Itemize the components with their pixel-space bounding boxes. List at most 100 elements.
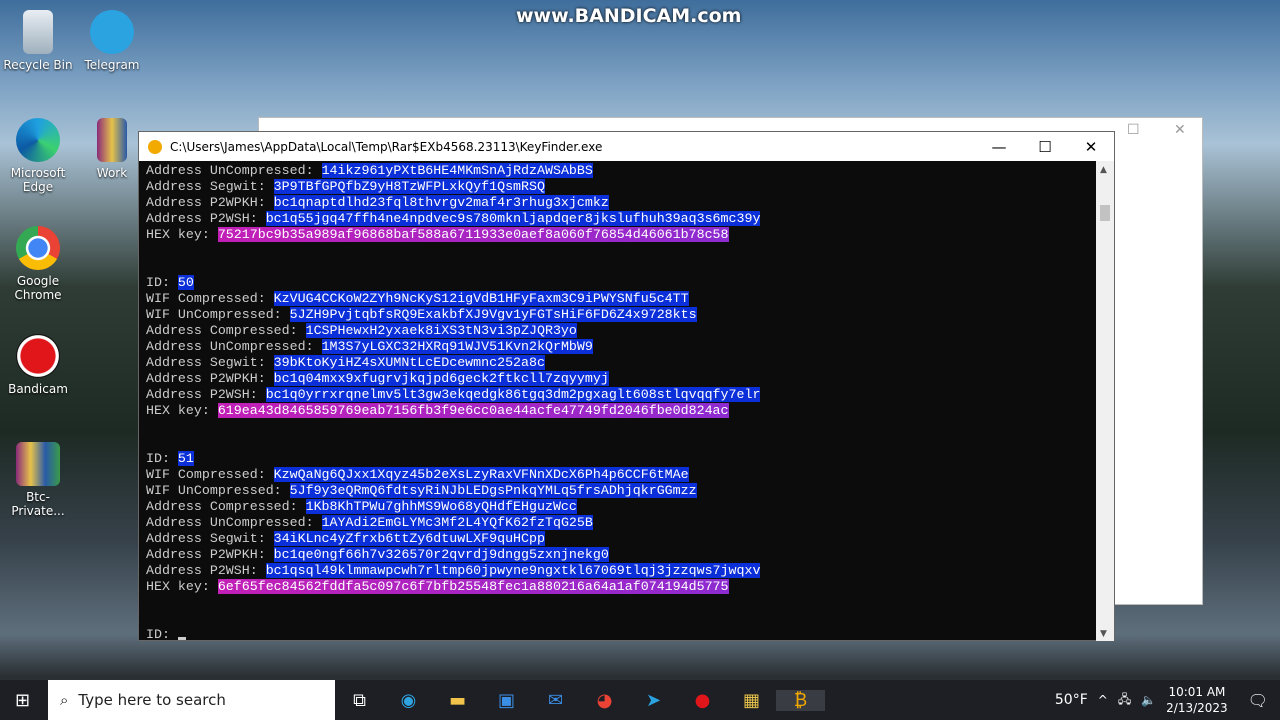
console-line: Address Segwit: 34iKLnc4yZfrxb6ttZy6dtuw… bbox=[146, 531, 1097, 547]
field-label: Address UnCompressed: bbox=[146, 339, 322, 354]
field-value: 5Jf9y3eQRmQ6fdtsyRiNJbLEDgsPnkqYMLq5frsA… bbox=[289, 483, 697, 498]
store-icon[interactable]: ▣ bbox=[482, 690, 531, 711]
field-label: Address P2WPKH: bbox=[146, 547, 274, 562]
console-line: ID: 50 bbox=[146, 275, 1097, 291]
field-label: Address Segwit: bbox=[146, 355, 274, 370]
console-line: Address UnCompressed: 14ikz961yPXtB6HE4M… bbox=[146, 163, 1097, 179]
winrar-taskbar-icon[interactable]: ▦ bbox=[727, 690, 776, 711]
id-label: ID: bbox=[146, 275, 178, 290]
console-line: WIF UnCompressed: 5Jf9y3eQRmQ6fdtsyRiNJb… bbox=[146, 483, 1097, 499]
notifications-icon[interactable]: 🗨 bbox=[1248, 691, 1268, 710]
scroll-up-arrow-icon[interactable]: ▲ bbox=[1100, 165, 1107, 175]
bandicam-watermark: www.BANDICAM.com bbox=[516, 5, 742, 27]
scroll-down-arrow-icon[interactable]: ▼ bbox=[1100, 629, 1107, 639]
desktop-icon-btc-private[interactable]: Btc-Private... bbox=[0, 442, 76, 518]
desktop-icon-edge[interactable]: Microsoft Edge bbox=[0, 118, 76, 194]
console-line: Address Compressed: 1Kb8KhTPWu7ghhMS9Wo6… bbox=[146, 499, 1097, 515]
file-explorer-icon[interactable]: ▬ bbox=[433, 690, 482, 711]
minimize-button[interactable]: — bbox=[976, 138, 1022, 156]
field-label: Address Compressed: bbox=[146, 323, 306, 338]
icon-label: Telegram bbox=[84, 58, 140, 72]
bandicam-icon bbox=[16, 334, 60, 378]
taskbar: ⊞ ⌕ Type here to search ⧉ ◉ ▬ ▣ ✉ ◕ ➤ ● … bbox=[0, 680, 1280, 720]
id-value: 50 bbox=[177, 275, 194, 290]
field-label: Address P2WPKH: bbox=[146, 371, 274, 386]
console-line: ID: bbox=[146, 627, 1097, 643]
close-button[interactable]: ✕ bbox=[1068, 138, 1114, 156]
field-value: 5JZH9PvjtqbfsRQ9ExakbfXJ9Vgv1yFGTsHiF6FD… bbox=[289, 307, 697, 322]
field-value: 619ea43d8465859769eab7156fb3f9e6cc0ae44a… bbox=[217, 403, 729, 418]
mail-icon[interactable]: ✉ bbox=[531, 690, 580, 711]
windows-start-icon[interactable]: ⊞ bbox=[15, 690, 30, 711]
desktop-icon-recycle-bin[interactable]: Recycle Bin bbox=[0, 10, 76, 72]
id-value: 51 bbox=[177, 451, 194, 466]
icon-label: Btc-Private... bbox=[11, 490, 65, 518]
text-cursor bbox=[177, 637, 186, 640]
field-label: Address Compressed: bbox=[146, 499, 306, 514]
field-label: Address P2WSH: bbox=[146, 563, 266, 578]
field-value: 34iKLnc4yZfrxb6ttZy6dtuwLXF9quHCpp bbox=[273, 531, 545, 546]
system-tray: 50°F ^ 🖧 🔈 10:01 AM 2/13/2023 🗨 bbox=[1055, 684, 1280, 716]
field-value: KzwQaNg6QJxx1Xqyz45b2eXsLzyRaxVFNnXDcX6P… bbox=[273, 467, 689, 482]
clock-date: 2/13/2023 bbox=[1166, 701, 1228, 715]
bitcoin-app-icon bbox=[148, 139, 162, 154]
chrome-taskbar-icon[interactable]: ◕ bbox=[580, 690, 629, 711]
field-value: bc1qe0ngf66h7v326570r2qvrdj9dngg5zxnjnek… bbox=[273, 547, 609, 562]
console-line: WIF Compressed: KzVUG4CCKoW2ZYh9NcKyS12i… bbox=[146, 291, 1097, 307]
console-line: ID: 51 bbox=[146, 451, 1097, 467]
field-value: bc1q04mxx9xfugrvjkqjpd6geck2ftkcll7zqyym… bbox=[273, 371, 609, 386]
console-output[interactable]: Address UnCompressed: 14ikz961yPXtB6HE4M… bbox=[139, 161, 1097, 643]
desktop-icon-bandicam[interactable]: Bandicam bbox=[0, 334, 76, 396]
field-value: bc1q0yrrxrqnelmv5lt3gw3ekqedgk86tgq3dm2p… bbox=[265, 387, 761, 402]
edge-icon bbox=[16, 118, 60, 162]
winrar-folder-icon bbox=[97, 118, 127, 162]
console-line: Address P2WSH: bc1qsql49klmmawpcwh7rltmp… bbox=[146, 563, 1097, 579]
chrome-icon bbox=[16, 226, 60, 270]
clock[interactable]: 10:01 AM 2/13/2023 bbox=[1166, 684, 1228, 716]
field-label: Address Segwit: bbox=[146, 531, 274, 546]
field-label: HEX key: bbox=[146, 403, 218, 418]
input-prompt: ID: bbox=[146, 627, 178, 642]
field-value: 1Kb8KhTPWu7ghhMS9Wo68yQHdfEHguzWcc bbox=[305, 499, 577, 514]
keyfinder-console-window[interactable]: C:\Users\James\AppData\Local\Temp\Rar$EX… bbox=[138, 131, 1115, 643]
taskbar-search-box[interactable]: ⌕ Type here to search bbox=[48, 680, 335, 720]
scrollbar-thumb[interactable] bbox=[1100, 205, 1110, 221]
field-label: Address P2WPKH: bbox=[146, 195, 274, 210]
search-placeholder: Type here to search bbox=[78, 691, 226, 709]
edge-taskbar-icon[interactable]: ◉ bbox=[384, 690, 433, 711]
bandicam-taskbar-icon[interactable]: ● bbox=[678, 690, 727, 711]
field-value: 1M3S7yLGXC32HXRq91WJV51Kvn2kQrMbW9 bbox=[321, 339, 593, 354]
desktop-icon-chrome[interactable]: Google Chrome bbox=[0, 226, 76, 302]
maximize-button[interactable]: ☐ bbox=[1022, 138, 1068, 156]
console-line: Address UnCompressed: 1M3S7yLGXC32HXRq91… bbox=[146, 339, 1097, 355]
telegram-taskbar-icon[interactable]: ➤ bbox=[629, 690, 678, 711]
task-view-icon[interactable]: ⧉ bbox=[335, 690, 384, 711]
icon-label: Work bbox=[96, 166, 128, 180]
vertical-scrollbar[interactable]: ▲ ▼ bbox=[1096, 161, 1114, 641]
console-line: Address P2WPKH: bc1qe0ngf66h7v326570r2qv… bbox=[146, 547, 1097, 563]
console-line: HEX key: 75217bc9b35a989af96868baf588a67… bbox=[146, 227, 1097, 243]
maximize-icon[interactable]: ☐ bbox=[1127, 122, 1140, 138]
close-icon[interactable]: ✕ bbox=[1174, 122, 1186, 138]
weather-temp[interactable]: 50°F bbox=[1055, 692, 1088, 708]
console-line: Address P2WSH: bc1q55jgq47ffh4ne4npdvec9… bbox=[146, 211, 1097, 227]
network-icon[interactable]: 🖧 bbox=[1118, 690, 1131, 711]
title-bar[interactable]: C:\Users\James\AppData\Local\Temp\Rar$EX… bbox=[139, 132, 1114, 161]
console-line: Address P2WPKH: bc1qnaptdlhd23fql8thvrgv… bbox=[146, 195, 1097, 211]
volume-icon[interactable]: 🔈 bbox=[1141, 693, 1156, 707]
field-value: 39bKtoKyiHZ4sXUMNtLcEDcewmnc252a8c bbox=[273, 355, 545, 370]
field-value: KzVUG4CCKoW2ZYh9NcKyS12igVdB1HFyFaxm3C9i… bbox=[273, 291, 689, 306]
field-label: WIF UnCompressed: bbox=[146, 483, 290, 498]
console-line: HEX key: 6ef65fec84562fddfa5c097c6f7bfb2… bbox=[146, 579, 1097, 595]
field-label: WIF Compressed: bbox=[146, 467, 274, 482]
console-line: Address UnCompressed: 1AYAdi2EmGLYMc3Mf2… bbox=[146, 515, 1097, 531]
chevron-up-icon[interactable]: ^ bbox=[1098, 693, 1108, 707]
keyfinder-taskbar-icon[interactable]: ₿ bbox=[776, 689, 825, 711]
field-value: 1AYAdi2EmGLYMc3Mf2L4YQfK62fzTqG25B bbox=[321, 515, 593, 530]
field-value: bc1q55jgq47ffh4ne4npdvec9s780mknljapdqer… bbox=[265, 211, 761, 226]
desktop-icon-telegram[interactable]: Telegram bbox=[74, 10, 150, 72]
console-line: Address Compressed: 1CSPHewxH2yxaek8iXS3… bbox=[146, 323, 1097, 339]
